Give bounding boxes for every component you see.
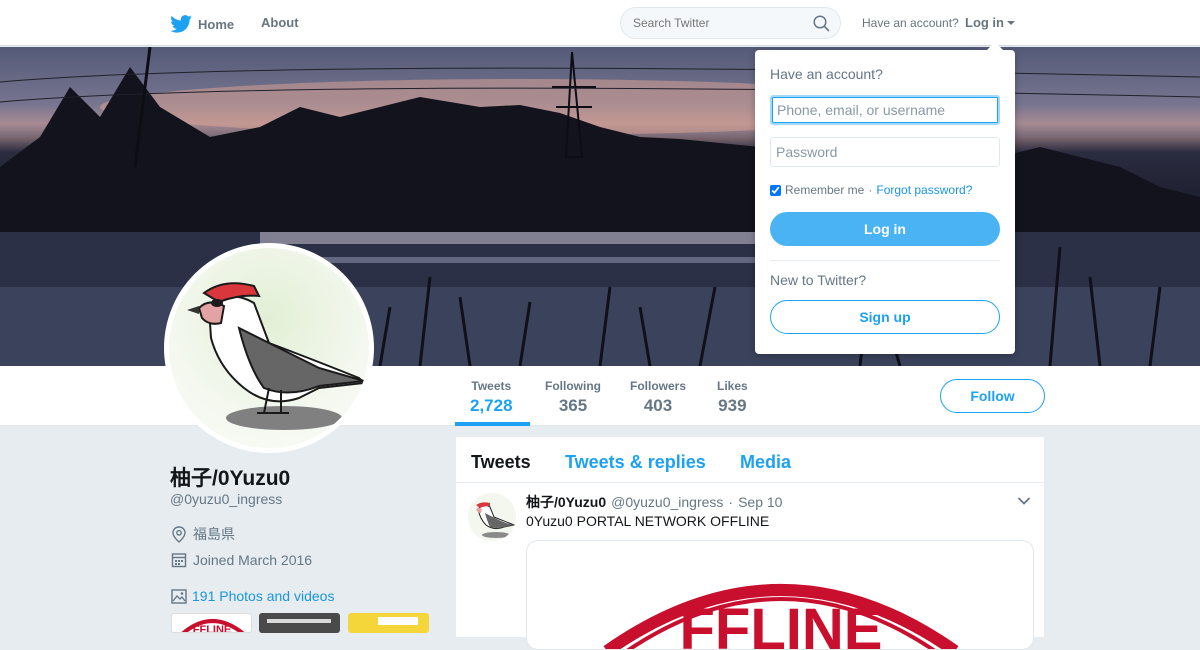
tweet-media-image[interactable]: FFLINE: [526, 540, 1034, 650]
thumb-stamp-text: FFLINE: [193, 624, 232, 633]
timeline-tabs: Tweets Tweets & replies Media: [456, 437, 1044, 483]
profile-location: 福島県: [171, 524, 235, 544]
profile-handle: @0yuzu0_ingress: [170, 491, 283, 507]
stat-followers-label: Followers: [630, 379, 687, 393]
calendar-icon: [171, 553, 187, 568]
image-icon: [171, 588, 187, 604]
password-field[interactable]: [770, 137, 1000, 167]
location-pin-icon: [172, 525, 186, 543]
forgot-password-link[interactable]: Forgot password?: [876, 183, 972, 197]
twitter-bird-icon: [170, 15, 192, 33]
photos-videos-link[interactable]: 191 Photos and videos: [171, 588, 334, 604]
tab-tweets-replies[interactable]: Tweets & replies: [565, 452, 706, 473]
location-text: 福島県: [193, 526, 235, 542]
search-box[interactable]: [620, 7, 841, 39]
joined-text: Joined March 2016: [193, 552, 313, 568]
bird-illustration: [187, 282, 367, 430]
stat-likes-label: Likes: [717, 379, 748, 393]
remember-me-checkbox[interactable]: [770, 184, 781, 196]
stat-followers-value: 403: [643, 396, 673, 415]
stat-following-label: Following: [545, 379, 601, 393]
have-account-text: Have an account?: [862, 16, 959, 30]
remember-separator: ·: [868, 183, 873, 197]
profile-name: 柚子/0Yuzu0: [170, 467, 291, 490]
search-icon[interactable]: [813, 15, 830, 32]
tweet-author-handle[interactable]: @0yuzu0_ingress: [611, 494, 723, 510]
photos-videos-label: 191 Photos and videos: [192, 588, 335, 604]
thumb-card-graphic: [378, 617, 418, 625]
stat-tweets-value: 2,728: [470, 396, 513, 415]
login-dropdown: Have an account? Remember me · Forgot pa…: [755, 42, 1015, 354]
login-button[interactable]: Log in: [770, 212, 1000, 246]
nav-home[interactable]: Home: [170, 15, 234, 33]
stamp-text: FFLINE: [680, 597, 883, 650]
tab-media[interactable]: Media: [740, 452, 791, 473]
stat-following[interactable]: Following 365: [545, 379, 601, 416]
dropdown-arrow: [987, 42, 1003, 50]
login-dropdown-toggle[interactable]: Log in: [965, 15, 1015, 30]
offline-stamp-thumb: FFLINE: [181, 619, 245, 633]
stat-likes[interactable]: Likes 939: [717, 379, 748, 416]
top-nav-bar: Home About Have an account? Log in: [0, 0, 1200, 46]
media-thumbnail[interactable]: [259, 613, 340, 633]
dropdown-title: Have an account?: [770, 66, 883, 82]
new-to-twitter-text: New to Twitter?: [770, 272, 867, 288]
profile-joined: Joined March 2016: [171, 552, 312, 568]
tweet-avatar-bird: [476, 502, 516, 538]
dropdown-divider: [770, 260, 1000, 261]
avatar[interactable]: [169, 248, 369, 448]
signup-button[interactable]: Sign up: [770, 300, 1000, 334]
media-thumbnail[interactable]: FFLINE: [171, 613, 252, 633]
offline-stamp-image: FFLINE: [603, 584, 959, 650]
thumb-screen-graphic: [267, 619, 331, 623]
stat-likes-value: 939: [718, 396, 747, 415]
stat-tweets-label: Tweets: [471, 379, 512, 393]
remember-me-row: Remember me · Forgot password?: [770, 183, 972, 197]
active-stat-underline: [455, 422, 530, 426]
nav-about-label: About: [261, 15, 299, 30]
tab-tweets[interactable]: Tweets: [471, 452, 531, 473]
tweet-separator: ·: [728, 494, 734, 510]
caret-down-icon: [1007, 20, 1015, 25]
nav-about[interactable]: About: [261, 15, 299, 30]
stat-following-value: 365: [558, 396, 588, 415]
follow-button[interactable]: Follow: [940, 379, 1045, 413]
username-field[interactable]: [770, 95, 1000, 125]
chevron-down-icon[interactable]: [1017, 496, 1031, 506]
search-input[interactable]: [633, 16, 813, 30]
tweet-author-name[interactable]: 柚子/0Yuzu0: [526, 492, 606, 512]
nav-home-label: Home: [198, 16, 235, 32]
tweet-header: 柚子/0Yuzu0 @0yuzu0_ingress · Sep 10: [526, 492, 782, 512]
login-link-label: Log in: [965, 15, 1004, 30]
tweet-date[interactable]: Sep 10: [738, 494, 782, 510]
remember-me-label[interactable]: Remember me: [785, 183, 864, 197]
tweet-text: 0Yuzu0 PORTAL NETWORK OFFLINE: [526, 513, 770, 529]
stat-followers[interactable]: Followers 403: [630, 379, 686, 416]
stat-tweets[interactable]: Tweets 2,728: [470, 379, 513, 416]
tweet-avatar[interactable]: [468, 493, 516, 541]
timeline: Tweets Tweets & replies Media 柚子/0Yuzu0 …: [456, 437, 1044, 650]
media-thumbnail[interactable]: [348, 613, 429, 633]
